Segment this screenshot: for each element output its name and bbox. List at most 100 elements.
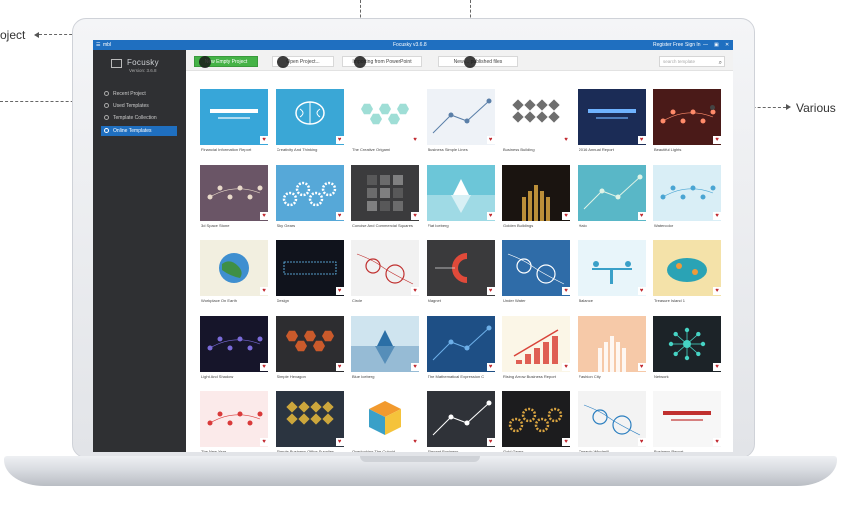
template-card[interactable]: ♥ Creativity And Thinking <box>275 89 344 159</box>
template-card[interactable]: ♥ Circle <box>351 240 419 310</box>
template-thumbnail[interactable]: ♥ <box>653 240 721 296</box>
template-thumbnail[interactable]: ♥ <box>502 315 570 372</box>
favorite-heart-icon[interactable]: ♥ <box>411 287 419 295</box>
template-thumbnail[interactable]: ♥ <box>351 315 419 372</box>
template-thumbnail[interactable]: ♥ <box>502 391 570 447</box>
template-card[interactable]: ♥ Watercolor <box>653 164 721 235</box>
template-thumbnail[interactable]: ♥ <box>653 89 721 145</box>
menu-label[interactable]: mbl <box>103 42 111 48</box>
favorite-heart-icon[interactable]: ♥ <box>713 438 721 446</box>
template-card[interactable]: ♥ Business Simple Lines <box>426 89 495 159</box>
template-card[interactable]: ♥ The Mathematical Expression C <box>426 315 495 386</box>
template-thumbnail[interactable]: ♥ <box>653 164 721 221</box>
signin-link[interactable]: Sign In <box>685 42 701 48</box>
favorite-heart-icon[interactable]: ♥ <box>260 136 268 144</box>
template-card[interactable]: ♥ Network <box>653 315 721 386</box>
template-thumbnail[interactable]: ♥ <box>275 240 344 296</box>
template-card[interactable]: ♥ Balance <box>577 240 646 310</box>
template-card[interactable]: ♥ Financial Information Report <box>200 89 268 159</box>
template-card[interactable]: ♥ Business Report <box>653 391 721 452</box>
template-thumbnail[interactable]: ♥ <box>426 391 495 447</box>
sidebar-item-collection[interactable]: Template Collection <box>101 113 177 123</box>
favorite-heart-icon[interactable]: ♥ <box>335 136 344 144</box>
template-card[interactable]: ♥ Gold Gears <box>502 391 570 452</box>
template-card[interactable]: ♥ 2016 Annual Report <box>577 89 646 159</box>
template-card[interactable]: ♥ Halo <box>577 164 646 235</box>
favorite-heart-icon[interactable]: ♥ <box>637 438 646 446</box>
favorite-heart-icon[interactable]: ♥ <box>411 211 419 220</box>
sidebar-item-recent[interactable]: Recent Project <box>101 89 177 99</box>
template-thumbnail[interactable]: ♥ <box>653 391 721 447</box>
template-thumbnail[interactable]: ♥ <box>577 391 646 447</box>
search-input[interactable]: search template ⌕ <box>659 56 725 67</box>
favorite-heart-icon[interactable]: ♥ <box>637 211 646 220</box>
template-thumbnail[interactable]: ♥ <box>502 89 570 145</box>
template-thumbnail[interactable]: ♥ <box>577 89 646 145</box>
favorite-heart-icon[interactable]: ♥ <box>411 438 419 446</box>
template-card[interactable]: ♥ Workplace On Earth <box>200 240 268 310</box>
favorite-heart-icon[interactable]: ♥ <box>486 362 495 371</box>
template-card[interactable]: ♥ The Creative Origami <box>351 89 419 159</box>
template-thumbnail[interactable]: ♥ <box>275 89 344 145</box>
template-card[interactable]: ♥ Organic Windmill <box>577 391 646 452</box>
template-thumbnail[interactable]: ♥ <box>502 240 570 296</box>
template-card[interactable]: ♥ Elegant Business <box>426 391 495 452</box>
template-card[interactable]: ♥ Fashion City <box>577 315 646 386</box>
favorite-heart-icon[interactable]: ♥ <box>260 287 268 295</box>
favorite-heart-icon[interactable]: ♥ <box>637 287 646 295</box>
sidebar-item-online[interactable]: Online Templates <box>101 126 177 136</box>
template-card[interactable]: ♥ Beautiful Lights <box>653 89 721 159</box>
favorite-heart-icon[interactable]: ♥ <box>637 136 646 144</box>
template-thumbnail[interactable]: ♥ <box>200 164 268 221</box>
template-card[interactable]: ♥ Rising Arrow Business Report <box>502 315 570 386</box>
sidebar-item-used[interactable]: Used Templates <box>101 101 177 111</box>
template-card[interactable]: ♥ Simple Hexagon <box>275 315 344 386</box>
close-button[interactable]: ✕ <box>725 42 729 48</box>
favorite-heart-icon[interactable]: ♥ <box>562 438 570 446</box>
template-thumbnail[interactable]: ♥ <box>351 391 419 447</box>
template-card[interactable]: ♥ 3d Space Stone <box>200 164 268 235</box>
template-thumbnail[interactable]: ♥ <box>502 164 570 221</box>
template-card[interactable]: ♥ Golden Buildings <box>502 164 570 235</box>
favorite-heart-icon[interactable]: ♥ <box>486 287 495 295</box>
favorite-heart-icon[interactable]: ♥ <box>411 136 419 144</box>
template-thumbnail[interactable]: ♥ <box>200 391 268 447</box>
favorite-heart-icon[interactable]: ♥ <box>713 362 721 371</box>
template-card[interactable]: ♥ Sky Gears <box>275 164 344 235</box>
template-thumbnail[interactable]: ♥ <box>351 164 419 221</box>
template-card[interactable]: ♥ Light And Shadow <box>200 315 268 386</box>
menu-icon[interactable]: ☰ <box>96 42 100 48</box>
favorite-heart-icon[interactable]: ♥ <box>713 211 721 220</box>
template-card[interactable]: ♥ The New Year <box>200 391 268 452</box>
minimize-button[interactable]: — <box>703 42 708 48</box>
favorite-heart-icon[interactable]: ♥ <box>260 438 268 446</box>
favorite-heart-icon[interactable]: ♥ <box>335 287 344 295</box>
favorite-heart-icon[interactable]: ♥ <box>411 362 419 371</box>
search-icon[interactable]: ⌕ <box>719 58 722 68</box>
template-thumbnail[interactable]: ♥ <box>351 89 419 145</box>
template-thumbnail[interactable]: ♥ <box>275 164 344 221</box>
favorite-heart-icon[interactable]: ♥ <box>486 438 495 446</box>
template-card[interactable]: ♥ Overlooking The Cuboid <box>351 391 419 452</box>
new-published-button[interactable]: New ... published files <box>438 56 518 67</box>
favorite-heart-icon[interactable]: ♥ <box>562 211 570 220</box>
favorite-heart-icon[interactable]: ♥ <box>486 211 495 220</box>
template-thumbnail[interactable]: ♥ <box>275 315 344 372</box>
template-card[interactable]: ♥ Under Water <box>502 240 570 310</box>
favorite-heart-icon[interactable]: ♥ <box>335 362 344 371</box>
favorite-heart-icon[interactable]: ♥ <box>260 211 268 220</box>
register-link[interactable]: Register Free <box>653 42 683 48</box>
template-thumbnail[interactable]: ♥ <box>351 240 419 296</box>
template-card[interactable]: ♥ Concise And Commercial Squares <box>351 164 419 235</box>
template-thumbnail[interactable]: ♥ <box>577 240 646 296</box>
template-card[interactable]: ♥ Blue Iceberg <box>351 315 419 386</box>
template-thumbnail[interactable]: ♥ <box>577 315 646 372</box>
template-card[interactable]: ♥ Treasure Island 1 <box>653 240 721 310</box>
template-card[interactable]: ♥ Magnet <box>426 240 495 310</box>
favorite-heart-icon[interactable]: ♥ <box>562 287 570 295</box>
template-thumbnail[interactable]: ♥ <box>577 164 646 221</box>
maximize-button[interactable]: ▣ <box>714 42 719 48</box>
favorite-heart-icon[interactable]: ♥ <box>335 438 344 446</box>
template-thumbnail[interactable]: ♥ <box>200 240 268 296</box>
template-card[interactable]: ♥ Business Building <box>502 89 570 159</box>
